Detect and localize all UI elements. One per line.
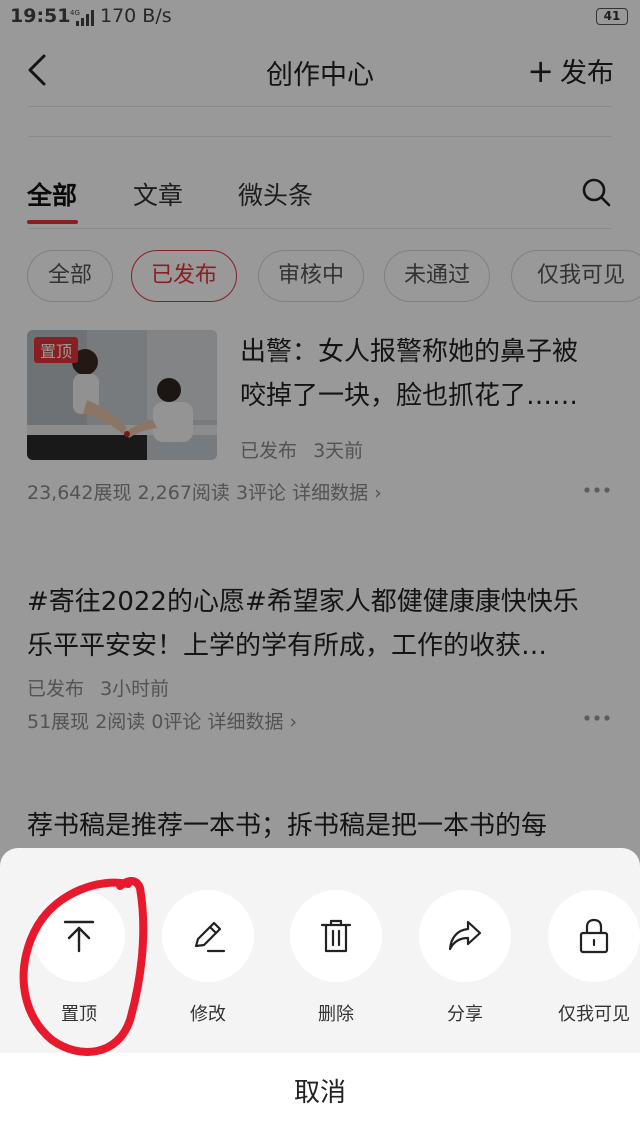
action-private[interactable]: 仅我可见: [548, 890, 640, 1026]
action-label: 仅我可见: [558, 1004, 630, 1025]
action-pin-top[interactable]: 置顶: [33, 890, 125, 1026]
action-label: 置顶: [61, 1004, 97, 1025]
action-label: 删除: [318, 1004, 354, 1025]
action-circle: [33, 890, 125, 982]
share-arrow-icon: [448, 920, 482, 951]
action-circle: [290, 890, 382, 982]
pin-top-icon: [63, 920, 95, 953]
action-delete[interactable]: 删除: [290, 890, 382, 1026]
action-circle: [419, 890, 511, 982]
trash-icon: [320, 919, 352, 953]
action-label: 修改: [190, 1004, 226, 1025]
cancel-button[interactable]: 取消: [0, 1053, 640, 1138]
action-share[interactable]: 分享: [419, 890, 511, 1026]
lock-icon: [579, 918, 609, 954]
pencil-icon: [194, 921, 226, 953]
action-sheet: 置顶 修改 删除 分享 仅我可见 取消: [0, 848, 640, 1138]
action-circle: [162, 890, 254, 982]
action-label: 分享: [447, 1004, 483, 1025]
action-edit[interactable]: 修改: [162, 890, 254, 1026]
action-circle: [548, 890, 640, 982]
